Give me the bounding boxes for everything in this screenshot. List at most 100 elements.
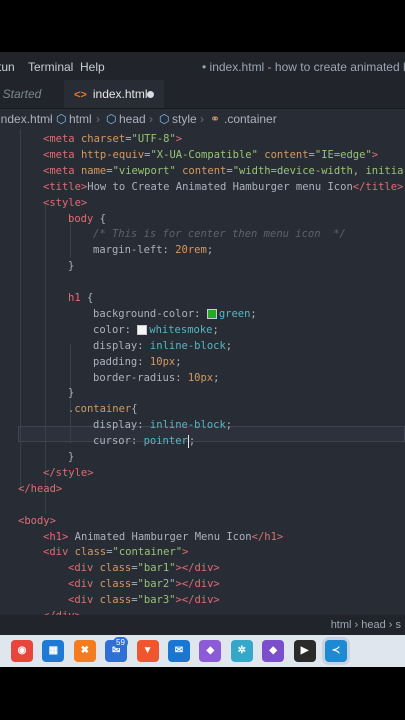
chrome-icon[interactable]: ◉ xyxy=(11,640,33,662)
tab-index-html[interactable]: <> index.html xyxy=(64,80,164,108)
code-line[interactable]: <meta charset="UTF-8"> xyxy=(43,131,182,147)
status-breadcrumb[interactable]: html › head › s xyxy=(331,619,401,631)
code-line[interactable]: display: inline-block; xyxy=(93,338,232,354)
code-token: ; xyxy=(225,339,233,352)
code-line-current[interactable]: cursor: pointer; xyxy=(93,433,195,449)
breadcrumb-file[interactable]: index.html xyxy=(0,112,53,126)
code-token: "container" xyxy=(112,546,183,559)
code-token: ; xyxy=(188,435,196,448)
code-line[interactable]: <div class="bar1"></div> xyxy=(68,560,220,576)
code-line[interactable]: padding: 10px; xyxy=(93,354,182,370)
code-token: name xyxy=(80,164,107,177)
breadcrumb-style[interactable]: style xyxy=(172,112,197,126)
code-token: <meta xyxy=(43,148,81,161)
color-swatch-icon[interactable] xyxy=(137,324,148,335)
vscode-icon[interactable]: ≺ xyxy=(325,640,347,662)
code-line[interactable]: h1 { xyxy=(68,290,93,306)
code-line[interactable]: </head> xyxy=(18,481,62,497)
code-line[interactable]: margin-left: 20rem; xyxy=(93,242,213,258)
color-swatch-icon[interactable] xyxy=(206,308,217,319)
code-token: "X-UA-Compatible" xyxy=(150,148,258,161)
brave-icon[interactable]: ▼ xyxy=(136,640,159,662)
mail-icon[interactable]: ✉ xyxy=(168,640,190,662)
code-line[interactable]: </style> xyxy=(43,465,94,481)
code-token: inline-block xyxy=(149,339,226,352)
editor-tabs: t Started <> index.html xyxy=(0,80,405,109)
code-line[interactable]: border-radius: 10px; xyxy=(93,370,219,386)
menu-item-terminal[interactable]: Terminal xyxy=(28,60,73,74)
indent-guide xyxy=(20,129,21,491)
code-line[interactable]: <meta name="viewport" content="width=dev… xyxy=(43,163,403,179)
code-line[interactable]: <meta http-equiv="X-UA-Compatible" conte… xyxy=(43,147,378,163)
code-line[interactable]: display: inline-block; xyxy=(93,417,232,433)
code-token: "bar1" xyxy=(137,562,176,575)
code-token: > xyxy=(371,148,379,161)
tool-icon[interactable]: ✲ xyxy=(230,640,253,662)
media-icon[interactable]: ▶ xyxy=(293,640,316,662)
unsaved-dot-icon[interactable] xyxy=(147,91,154,98)
xampp-icon[interactable]: ✖ xyxy=(73,640,96,662)
window-title: • index.html - how to create animated ha… xyxy=(202,60,405,74)
code-token: ></div> xyxy=(175,562,220,575)
code-token: : xyxy=(137,355,150,368)
chevron-right-icon: › xyxy=(149,112,153,126)
code-token: : xyxy=(162,244,176,257)
store-icon[interactable]: ▦ xyxy=(42,640,65,662)
visual-studio-icon[interactable]: ◆ xyxy=(199,640,222,662)
code-token: <title> xyxy=(43,180,88,193)
code-line[interactable]: /* This is for center then menu icon */ xyxy=(93,226,346,242)
code-token: pointer xyxy=(143,435,188,448)
code-token: ; xyxy=(206,244,214,257)
visual-studio-icon[interactable]: ◆ xyxy=(262,640,285,662)
html-file-icon: <> xyxy=(74,89,87,101)
code-token: </h1> xyxy=(251,530,284,543)
code-token: "bar3" xyxy=(137,594,176,607)
code-line[interactable]: body { xyxy=(68,211,106,227)
status-bar: html › head › s xyxy=(0,615,405,635)
tag-icon: ⬡ xyxy=(56,112,67,126)
code-line[interactable]: <h1> Animated Hamburger Menu Icon</h1> xyxy=(43,529,283,545)
code-token: ; xyxy=(225,419,233,432)
code-token: <div xyxy=(68,578,100,591)
code-line[interactable]: color: whitesmoke; xyxy=(93,322,219,338)
menu-item-run[interactable]: tun xyxy=(0,60,15,74)
code-line[interactable]: } xyxy=(68,258,74,274)
code-token: 10px xyxy=(187,371,214,384)
code-line[interactable]: <body> xyxy=(18,513,56,529)
code-token: display xyxy=(93,339,138,352)
editor-window: tun Terminal Help • index.html - how to … xyxy=(0,52,405,667)
breadcrumb-html[interactable]: html xyxy=(69,112,92,126)
tab-get-started[interactable]: t Started xyxy=(0,80,60,108)
code-line[interactable]: <div class="container"> xyxy=(43,544,188,560)
code-token: color xyxy=(93,323,125,336)
code-token: whitesmoke xyxy=(149,323,213,336)
code-line[interactable]: <title>How to Create Animated Hamburger … xyxy=(43,179,403,195)
code-line[interactable]: <div class="bar3"></div> xyxy=(68,592,220,608)
code-token: class xyxy=(99,562,132,575)
chevron-right-icon: › xyxy=(200,112,204,126)
code-token: </style> xyxy=(43,466,94,479)
breadcrumb-container[interactable]: .container xyxy=(224,112,277,126)
code-line[interactable]: <div class="bar2"></div> xyxy=(68,576,220,592)
selector-icon: ⚭ xyxy=(210,112,221,126)
code-token: "width=device-width, initia xyxy=(232,164,404,177)
code-token: /* This is for center then menu icon */ xyxy=(93,228,346,241)
code-line[interactable]: <style> xyxy=(43,195,87,211)
code-token: inline-block xyxy=(149,419,226,432)
code-token: http-equiv xyxy=(80,148,145,161)
code-token: "IE=edge" xyxy=(314,148,372,161)
code-token: } xyxy=(68,387,75,400)
tab-label: t Started xyxy=(0,87,42,101)
menu-item-help[interactable]: Help xyxy=(80,60,105,74)
code-line[interactable]: } xyxy=(68,385,74,401)
breadcrumb: index.html › ⬡ html › ⬡ head › ⬡ style ›… xyxy=(0,109,405,129)
code-token: <body> xyxy=(18,514,56,527)
code-line[interactable]: background-color: green; xyxy=(93,306,257,322)
code-token: { xyxy=(131,403,138,416)
breadcrumb-head[interactable]: head xyxy=(119,112,146,126)
code-editor[interactable]: <meta charset="UTF-8"> <meta http-equiv="… xyxy=(0,129,405,622)
code-line[interactable]: } xyxy=(68,449,74,465)
code-token: "viewport" xyxy=(112,164,176,177)
code-line[interactable]: .container{ xyxy=(68,401,138,417)
code-token: cursor xyxy=(93,435,131,448)
